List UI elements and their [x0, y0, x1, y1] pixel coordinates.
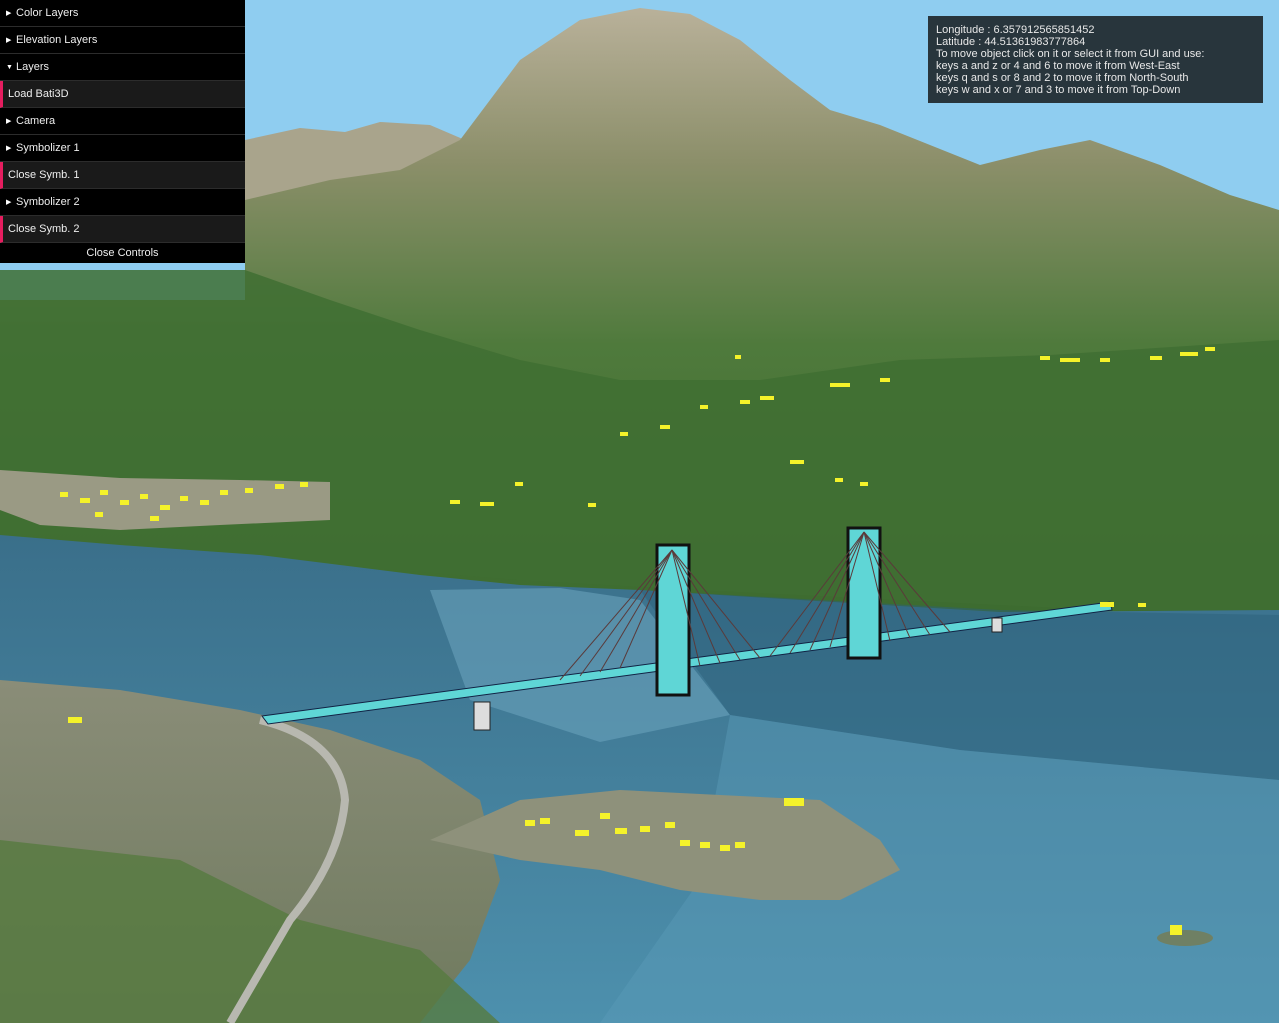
- folder-layers[interactable]: ▼ Layers: [0, 54, 245, 81]
- folder-label: Symbolizer 1: [16, 142, 80, 154]
- chevron-right-icon: ▶: [6, 199, 12, 206]
- chevron-right-icon: ▶: [6, 10, 12, 17]
- bridge-pier: [991, 617, 1003, 633]
- help-line: keys a and z or 4 and 6 to move it from …: [936, 60, 1180, 72]
- longitude-readout: Longitude : 6.357912565851452: [936, 24, 1095, 36]
- button-label: Load Bati3D: [8, 88, 69, 100]
- folder-label: Color Layers: [16, 7, 79, 19]
- folder-color-layers[interactable]: ▶ Color Layers: [0, 0, 245, 27]
- chevron-right-icon: ▶: [6, 145, 12, 152]
- folder-camera[interactable]: ▶ Camera: [0, 108, 245, 135]
- folder-elevation-layers[interactable]: ▶ Elevation Layers: [0, 27, 245, 54]
- help-line: To move object click on it or select it …: [936, 48, 1205, 60]
- info-panel: Longitude : 6.357912565851452 Latitude :…: [928, 16, 1263, 103]
- bridge-pier: [473, 701, 491, 731]
- folder-symbolizer-2[interactable]: ▶ Symbolizer 2: [0, 189, 245, 216]
- button-label: Close Symb. 1: [8, 169, 80, 181]
- folder-label: Layers: [16, 61, 50, 73]
- help-line: keys w and x or 7 and 3 to move it from …: [936, 84, 1181, 96]
- chevron-right-icon: ▶: [6, 118, 12, 125]
- chevron-down-icon: ▼: [6, 64, 13, 71]
- folder-label: Camera: [16, 115, 56, 127]
- folder-label: Elevation Layers: [16, 34, 98, 46]
- latitude-readout: Latitude : 44.51361983777864: [936, 36, 1086, 48]
- close-symb-1-button[interactable]: Close Symb. 1: [0, 162, 245, 189]
- help-line: keys q and s or 8 and 2 to move it from …: [936, 72, 1189, 84]
- island: [1157, 930, 1213, 946]
- folder-symbolizer-1[interactable]: ▶ Symbolizer 1: [0, 135, 245, 162]
- close-controls-button[interactable]: Close Controls: [0, 243, 245, 263]
- load-bati3d-button[interactable]: Load Bati3D: [0, 81, 245, 108]
- control-panel: ▶ Color Layers ▶ Elevation Layers ▼ Laye…: [0, 0, 245, 263]
- folder-label: Symbolizer 2: [16, 196, 80, 208]
- chevron-right-icon: ▶: [6, 37, 12, 44]
- close-symb-2-button[interactable]: Close Symb. 2: [0, 216, 245, 243]
- button-label: Close Symb. 2: [8, 223, 80, 235]
